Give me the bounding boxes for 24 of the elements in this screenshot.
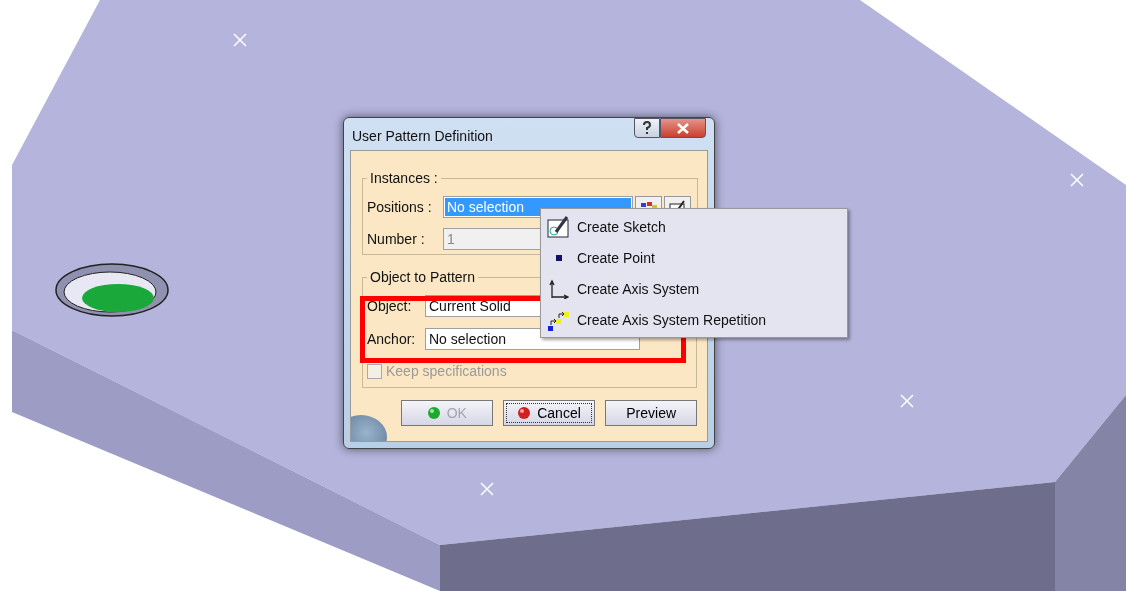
point-marker-icon	[233, 33, 247, 47]
menu-item[interactable]: Create Axis System	[541, 273, 847, 304]
sketch-icon	[547, 214, 571, 239]
group-title: Object to Pattern	[369, 269, 477, 285]
field-label: Number :	[367, 231, 426, 247]
cancel-button[interactable]: Cancel	[502, 400, 596, 426]
close-icon	[677, 122, 689, 134]
help-icon	[642, 121, 652, 135]
help-button[interactable]	[634, 118, 660, 138]
checkbox-label: Keep specifications	[386, 363, 507, 379]
point-marker-icon	[900, 394, 914, 408]
sphere-icon	[517, 406, 532, 420]
group-title: Instances :	[369, 170, 439, 186]
close-button[interactable]	[660, 118, 706, 138]
sphere-icon	[426, 406, 441, 420]
point-marker-icon	[480, 482, 494, 496]
axis-icon	[549, 278, 569, 299]
field-label: Positions :	[367, 199, 433, 215]
field-label: Anchor:	[367, 331, 417, 347]
point-icon	[556, 254, 562, 261]
field-label: Object:	[367, 298, 413, 314]
point-marker-icon	[1070, 173, 1084, 187]
window-title: User Pattern Definition	[352, 127, 493, 144]
preview-button[interactable]: Preview	[605, 400, 697, 426]
